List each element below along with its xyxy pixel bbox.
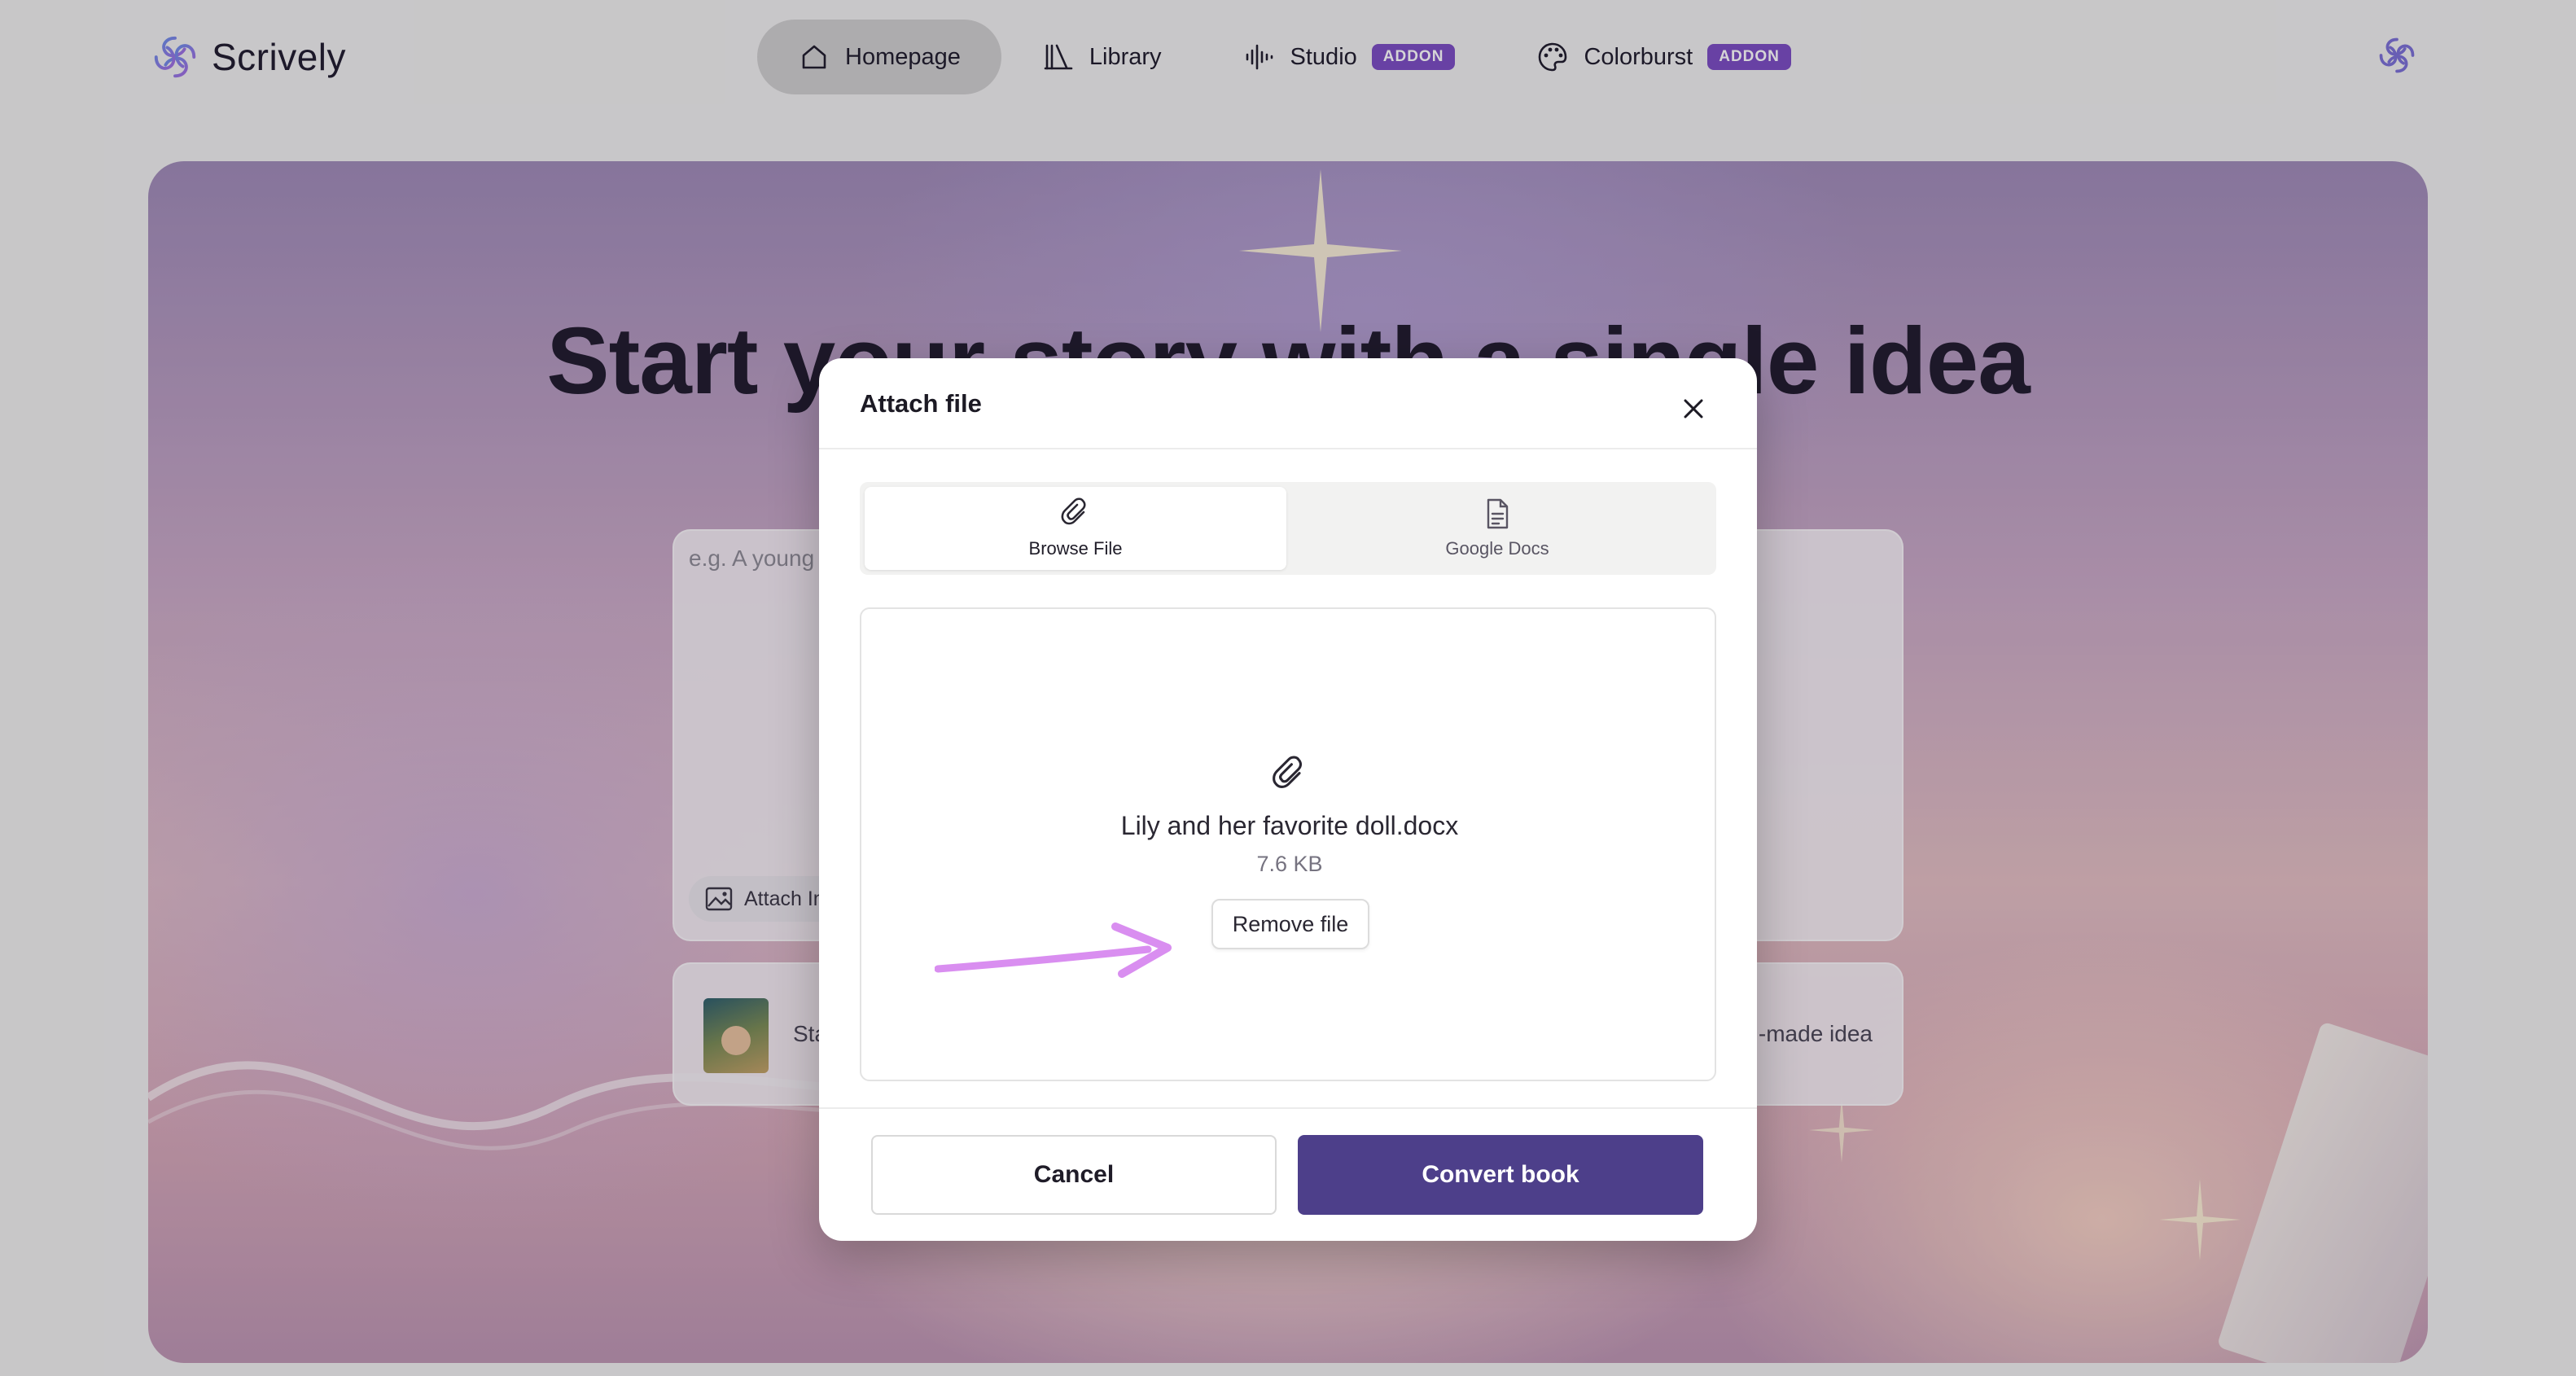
document-icon <box>1487 498 1509 529</box>
convert-book-button[interactable]: Convert book <box>1298 1135 1703 1215</box>
close-icon <box>1684 399 1703 418</box>
tab-browse-file[interactable]: Browse File <box>865 487 1286 570</box>
attach-file-dialog: Attach file Browse File Google Docs Lily… <box>819 358 1757 1241</box>
paperclip-icon <box>1273 756 1303 788</box>
tab-browse-file-label: Browse File <box>1028 538 1123 559</box>
annotation-arrow-icon <box>935 922 1172 978</box>
dialog-footer: Cancel Convert book <box>819 1107 1757 1241</box>
dialog-header: Attach file <box>819 358 1757 449</box>
cancel-button[interactable]: Cancel <box>871 1135 1277 1215</box>
tab-google-docs-label: Google Docs <box>1445 538 1549 559</box>
remove-file-button[interactable]: Remove file <box>1211 899 1369 949</box>
dialog-title: Attach file <box>860 389 982 418</box>
attached-file-size: 7.6 KB <box>1256 852 1323 876</box>
tab-google-docs[interactable]: Google Docs <box>1286 487 1708 570</box>
paperclip-icon <box>1061 497 1086 525</box>
close-button[interactable] <box>1679 394 1708 423</box>
source-tabs: Browse File Google Docs <box>860 482 1716 575</box>
attached-file-name: Lily and her favorite doll.docx <box>1120 811 1459 840</box>
file-dropzone[interactable]: Lily and her favorite doll.docx 7.6 KB R… <box>860 607 1716 1081</box>
